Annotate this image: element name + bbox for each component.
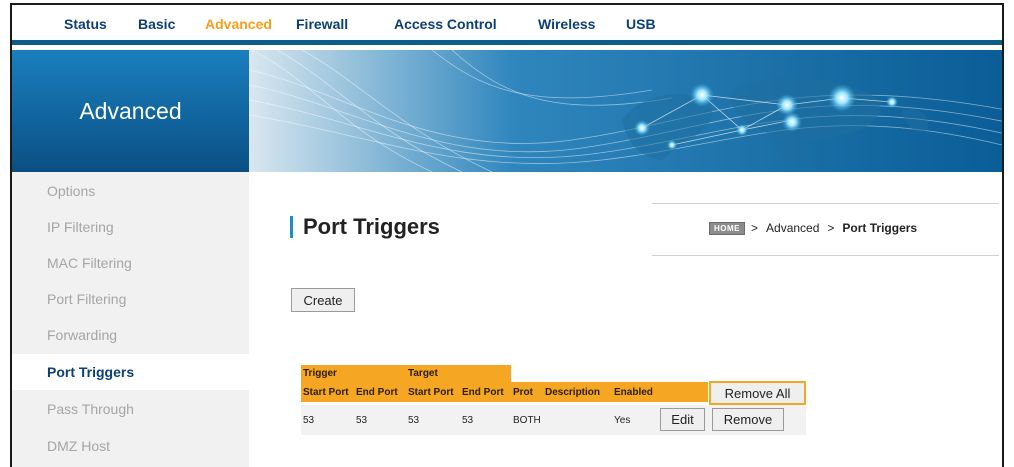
home-icon[interactable]: HOME	[709, 221, 745, 235]
group-header-target: Target	[406, 365, 511, 382]
tab-basic[interactable]: Basic	[138, 16, 175, 32]
create-button[interactable]: Create	[291, 288, 355, 312]
column-header-enabled: Enabled	[612, 382, 658, 402]
router-admin-page: Status Basic Advanced Firewall Access Co…	[10, 3, 1004, 467]
sidebar-item-mac-filtering[interactable]: MAC Filtering	[12, 245, 249, 281]
cell-target-end-port: 53	[462, 414, 474, 426]
column-header-trigger-end-port: End Port	[354, 382, 406, 402]
remove-all-button[interactable]: Remove All	[709, 381, 806, 405]
sidebar-item-options[interactable]: Options	[12, 173, 249, 209]
sidebar-item-pass-through[interactable]: Pass Through	[12, 391, 249, 427]
breadcrumb: HOME > Advanced > Port Triggers	[709, 221, 917, 235]
header-banner: Advanced	[12, 50, 1002, 172]
tab-usb[interactable]: USB	[626, 16, 656, 32]
sidebar: Options IP Filtering MAC Filtering Port …	[12, 172, 249, 467]
cell-protocol: BOTH	[513, 414, 541, 426]
remove-button[interactable]: Remove	[712, 408, 784, 431]
column-header-actions	[658, 382, 708, 402]
column-header-target-start-port: Start Port	[406, 382, 460, 402]
page-title: Port Triggers	[303, 214, 440, 239]
breadcrumb-separator: >	[751, 221, 759, 235]
section-title: Advanced	[79, 97, 182, 124]
breadcrumb-current: Port Triggers	[842, 221, 918, 235]
edit-button[interactable]: Edit	[660, 408, 705, 431]
cell-description	[543, 410, 612, 430]
breadcrumb-bottom-divider	[652, 255, 999, 256]
sidebar-item-port-filtering[interactable]: Port Filtering	[12, 281, 249, 317]
sidebar-item-forwarding[interactable]: Forwarding	[12, 317, 249, 353]
cell-target-start-port: 53	[408, 414, 420, 426]
breadcrumb-advanced[interactable]: Advanced	[766, 221, 819, 235]
tab-firewall[interactable]: Firewall	[296, 16, 348, 32]
cell-trigger-end-port: 53	[356, 414, 368, 426]
tab-wireless[interactable]: Wireless	[538, 16, 595, 32]
sidebar-item-port-triggers[interactable]: Port Triggers	[12, 354, 249, 390]
tab-advanced[interactable]: Advanced	[205, 16, 272, 32]
cell-trigger-start-port: 53	[303, 414, 315, 426]
breadcrumb-top-divider	[652, 203, 999, 204]
column-header-description: Description	[543, 382, 612, 402]
tab-status[interactable]: Status	[64, 16, 107, 32]
breadcrumb-separator: >	[827, 221, 835, 235]
tab-access-control[interactable]: Access Control	[394, 16, 497, 32]
column-header-protocol: Prot	[511, 382, 543, 402]
sidebar-item-ip-filtering[interactable]: IP Filtering	[12, 209, 249, 245]
top-navigation: Status Basic Advanced Firewall Access Co…	[12, 5, 1002, 45]
sidebar-item-dmz-host[interactable]: DMZ Host	[12, 428, 249, 464]
group-header-trigger: Trigger	[301, 365, 406, 382]
column-header-trigger-start-port: Start Port	[301, 382, 354, 402]
page-heading: Port Triggers	[290, 212, 440, 242]
cell-enabled: Yes	[614, 414, 631, 426]
title-accent-bar	[290, 216, 293, 238]
column-header-target-end-port: End Port	[460, 382, 511, 402]
